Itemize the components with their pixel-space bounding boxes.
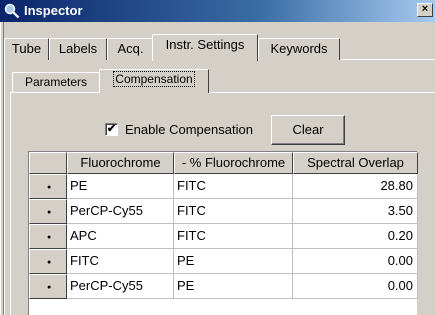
minus-fluorochrome-cell[interactable]: FITC [174, 174, 293, 199]
tab-compensation[interactable]: Compensation [99, 69, 209, 93]
tab-label: Labels [58, 41, 98, 56]
column-header-fluorochrome[interactable]: Fluorochrome [67, 152, 174, 174]
window-title: Inspector [24, 3, 83, 18]
tab-label: Tube [11, 41, 42, 56]
row-selector[interactable]: ● [29, 199, 67, 224]
row-selector[interactable]: ● [29, 174, 67, 199]
enable-compensation-label: Enable Compensation [125, 122, 253, 137]
table-row[interactable]: ● PE FITC 28.80 [29, 174, 418, 199]
tab-instr-settings[interactable]: Instr. Settings [152, 34, 258, 61]
checkbox-box[interactable]: ✔ [105, 123, 118, 136]
tab-label: Parameters [24, 75, 88, 89]
magnifier-icon [4, 3, 20, 19]
row-marker-icon: ● [47, 184, 52, 191]
tab-label: Keywords [270, 41, 328, 56]
table-row[interactable]: ● FITC PE 0.00 [29, 249, 418, 274]
minus-fluorochrome-cell[interactable]: PE [174, 274, 293, 299]
title-bar[interactable]: Inspector × [0, 0, 435, 22]
tab-labels[interactable]: Labels [49, 38, 107, 60]
row-marker-icon: ● [47, 234, 52, 241]
close-icon[interactable]: × [417, 3, 433, 17]
column-header-minus-fluorochrome[interactable]: - % Fluorochrome [174, 152, 293, 174]
spectral-overlap-cell[interactable]: 3.50 [293, 199, 418, 224]
row-marker-icon: ● [47, 209, 52, 216]
fluorochrome-cell[interactable]: APC [67, 224, 174, 249]
table-row[interactable]: ● APC FITC 0.20 [29, 224, 418, 249]
tab-parameters[interactable]: Parameters [12, 72, 100, 92]
row-selector[interactable]: ● [29, 249, 67, 274]
spectral-overlap-cell[interactable]: 0.20 [293, 224, 418, 249]
table-row[interactable]: ● PerCP-Cy55 FITC 3.50 [29, 199, 418, 224]
row-marker-icon: ● [47, 284, 52, 291]
tab-acq[interactable]: Acq. [107, 38, 154, 60]
table-row[interactable]: ● PerCP-Cy55 PE 0.00 [29, 274, 418, 299]
row-selector[interactable]: ● [29, 274, 67, 299]
fluorochrome-cell[interactable]: PE [67, 174, 174, 199]
minus-fluorochrome-cell[interactable]: FITC [174, 224, 293, 249]
row-selector-header [29, 152, 67, 174]
spectral-overlap-cell[interactable]: 28.80 [293, 174, 418, 199]
row-selector[interactable]: ● [29, 224, 67, 249]
spectral-overlap-cell[interactable]: 0.00 [293, 249, 418, 274]
minus-fluorochrome-cell[interactable]: PE [174, 249, 293, 274]
tab-tube[interactable]: Tube [4, 38, 49, 60]
minus-fluorochrome-cell[interactable]: FITC [174, 199, 293, 224]
compensation-grid[interactable]: Fluorochrome - % Fluorochrome Spectral O… [28, 151, 418, 315]
tab-keywords[interactable]: Keywords [258, 38, 340, 60]
tab-label: Compensation [113, 71, 195, 87]
clear-button[interactable]: Clear [271, 115, 345, 145]
row-marker-icon: ● [47, 259, 52, 266]
column-header-spectral-overlap[interactable]: Spectral Overlap [293, 152, 418, 174]
spectral-overlap-cell[interactable]: 0.00 [293, 274, 418, 299]
tab-label: Instr. Settings [165, 37, 245, 52]
fluorochrome-cell[interactable]: PerCP-Cy55 [67, 274, 174, 299]
fluorochrome-cell[interactable]: PerCP-Cy55 [67, 199, 174, 224]
fluorochrome-cell[interactable]: FITC [67, 249, 174, 274]
tab-label: Acq. [117, 41, 144, 56]
